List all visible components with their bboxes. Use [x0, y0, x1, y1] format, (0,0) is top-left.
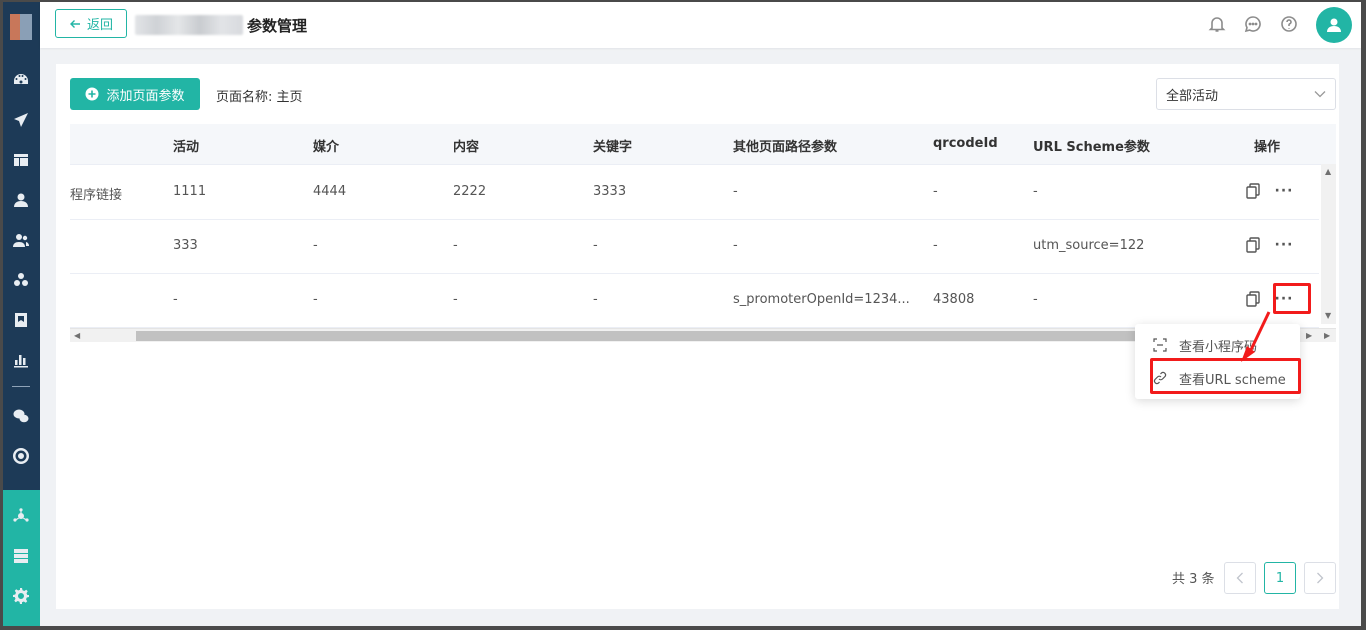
sidebar-divider: [12, 386, 30, 387]
avatar-user-icon: [1327, 18, 1341, 32]
cell-activity: -: [173, 292, 178, 307]
cell-content: -: [453, 238, 458, 253]
sidebar-bottom-section: [3, 490, 40, 626]
chevron-down-icon: [1314, 91, 1326, 98]
add-button-label: 添加页面参数: [106, 88, 185, 104]
cell-content: 2222: [453, 184, 487, 199]
users-icon[interactable]: [11, 230, 31, 250]
network-hub-icon[interactable]: [11, 506, 31, 526]
cell-keyword: -: [593, 238, 598, 253]
annotation-highlight-url-scheme: [1150, 358, 1301, 394]
back-button-label: 返回: [86, 18, 113, 33]
server-icon[interactable]: [11, 546, 31, 566]
table-row: 333 - - - - - utm_source=122 ···: [70, 219, 1319, 274]
pagination-next-button[interactable]: [1304, 562, 1336, 594]
column-header-content: 内容: [453, 140, 480, 155]
pagination-page-1[interactable]: 1: [1264, 562, 1296, 594]
table-row: - - - - s_promoterOpenId=1234... 43808 -…: [70, 273, 1319, 328]
help-icon[interactable]: [1280, 15, 1300, 35]
cell-keyword: -: [593, 292, 598, 307]
arrow-left-icon: [69, 19, 80, 28]
cell-qrcode: 43808: [933, 292, 975, 307]
message-icon[interactable]: [1244, 15, 1264, 35]
annotation-arrow-icon: [1241, 311, 1271, 362]
column-header-url-scheme: URL Scheme参数: [1033, 140, 1150, 155]
bookmark-card-icon[interactable]: [11, 310, 31, 330]
bell-icon[interactable]: [1208, 15, 1228, 35]
cell-scheme: utm_source=122: [1033, 238, 1145, 253]
cell-name: 程序链接: [70, 188, 123, 203]
cell-medium: -: [313, 238, 318, 253]
column-header-actions: 操作: [1254, 140, 1281, 155]
column-header-activity: 活动: [173, 140, 200, 155]
column-header-qrcode-id: qrcodeId: [933, 136, 998, 151]
column-header-medium: 媒介: [313, 140, 340, 155]
cell-path: s_promoterOpenId=1234...: [733, 292, 910, 307]
page-title: 参数管理: [247, 17, 308, 35]
cell-scheme: -: [1033, 184, 1038, 199]
scroll-right-arrow-icon[interactable]: ▶: [1306, 332, 1312, 340]
scroll-down-arrow-icon[interactable]: ▼: [1325, 312, 1331, 320]
breadcrumb-redacted: [135, 15, 243, 35]
annotation-highlight-more-button: [1273, 283, 1311, 314]
params-table: 活动 媒介 内容 关键字 其他页面路径参数 qrcodeId URL Schem…: [70, 124, 1336, 342]
scroll-left-arrow-icon[interactable]: ◀: [74, 332, 80, 340]
cell-activity: 1111: [173, 184, 207, 199]
target-icon[interactable]: [11, 446, 31, 466]
view-miniprogram-code-item[interactable]: 查看小程序码: [1135, 330, 1300, 360]
plus-circle-icon: [85, 87, 99, 101]
cell-medium: -: [313, 292, 318, 307]
app-window: 返回 参数管理 添加页面参数 页面名称: 主页 全部活动 活动 媒介 内容 关键…: [3, 2, 1361, 626]
cell-medium: 4444: [313, 184, 347, 199]
back-button[interactable]: 返回: [55, 9, 127, 38]
activity-select-value: 全部活动: [1166, 88, 1219, 104]
sidebar: [3, 2, 40, 626]
more-actions-button[interactable]: ···: [1273, 182, 1295, 200]
copy-icon[interactable]: [1246, 291, 1260, 307]
cell-path: -: [733, 184, 738, 199]
activity-select[interactable]: 全部活动: [1156, 78, 1336, 110]
copy-icon[interactable]: [1246, 183, 1260, 199]
copy-icon[interactable]: [1246, 237, 1260, 253]
cell-keyword: 3333: [593, 184, 627, 199]
horizontal-scroll-thumb[interactable]: [136, 331, 1136, 341]
scan-code-icon: [1153, 338, 1167, 352]
layout-icon[interactable]: [11, 150, 31, 170]
wechat-icon[interactable]: [11, 406, 31, 426]
dashboard-icon[interactable]: [11, 70, 31, 90]
send-icon[interactable]: [11, 110, 31, 130]
table-header: 活动 媒介 内容 关键字 其他页面路径参数 qrcodeId URL Schem…: [70, 124, 1336, 165]
cell-qrcode: -: [933, 238, 938, 253]
bar-chart-icon[interactable]: [11, 350, 31, 370]
scroll-right-end-arrow-icon[interactable]: ▶: [1324, 332, 1330, 340]
page-name-label: 页面名称: 主页: [216, 90, 303, 105]
table-row: 程序链接 1111 4444 2222 3333 - - - ···: [70, 165, 1319, 220]
cell-scheme: -: [1033, 292, 1038, 307]
pagination-prev-button[interactable]: [1224, 562, 1256, 594]
gear-icon[interactable]: [11, 586, 31, 606]
cell-content: -: [453, 292, 458, 307]
top-header: 返回 参数管理: [40, 2, 1361, 48]
app-logo: [10, 14, 32, 40]
column-header-keyword: 关键字: [593, 140, 633, 155]
more-actions-button[interactable]: ···: [1273, 236, 1295, 254]
chevron-right-icon: [1317, 572, 1324, 584]
cluster-icon[interactable]: [11, 270, 31, 290]
pagination-total: 共 3 条: [1172, 572, 1215, 587]
scroll-up-arrow-icon[interactable]: ▲: [1325, 168, 1331, 176]
cell-qrcode: -: [933, 184, 938, 199]
cell-path: -: [733, 238, 738, 253]
user-icon[interactable]: [11, 190, 31, 210]
cell-activity: 333: [173, 238, 198, 253]
add-page-param-button[interactable]: 添加页面参数: [70, 78, 200, 110]
chevron-left-icon: [1236, 572, 1243, 584]
column-header-path-params: 其他页面路径参数: [733, 140, 838, 155]
vertical-scrollbar[interactable]: ▲ ▼: [1321, 164, 1336, 324]
user-avatar[interactable]: [1316, 7, 1352, 43]
